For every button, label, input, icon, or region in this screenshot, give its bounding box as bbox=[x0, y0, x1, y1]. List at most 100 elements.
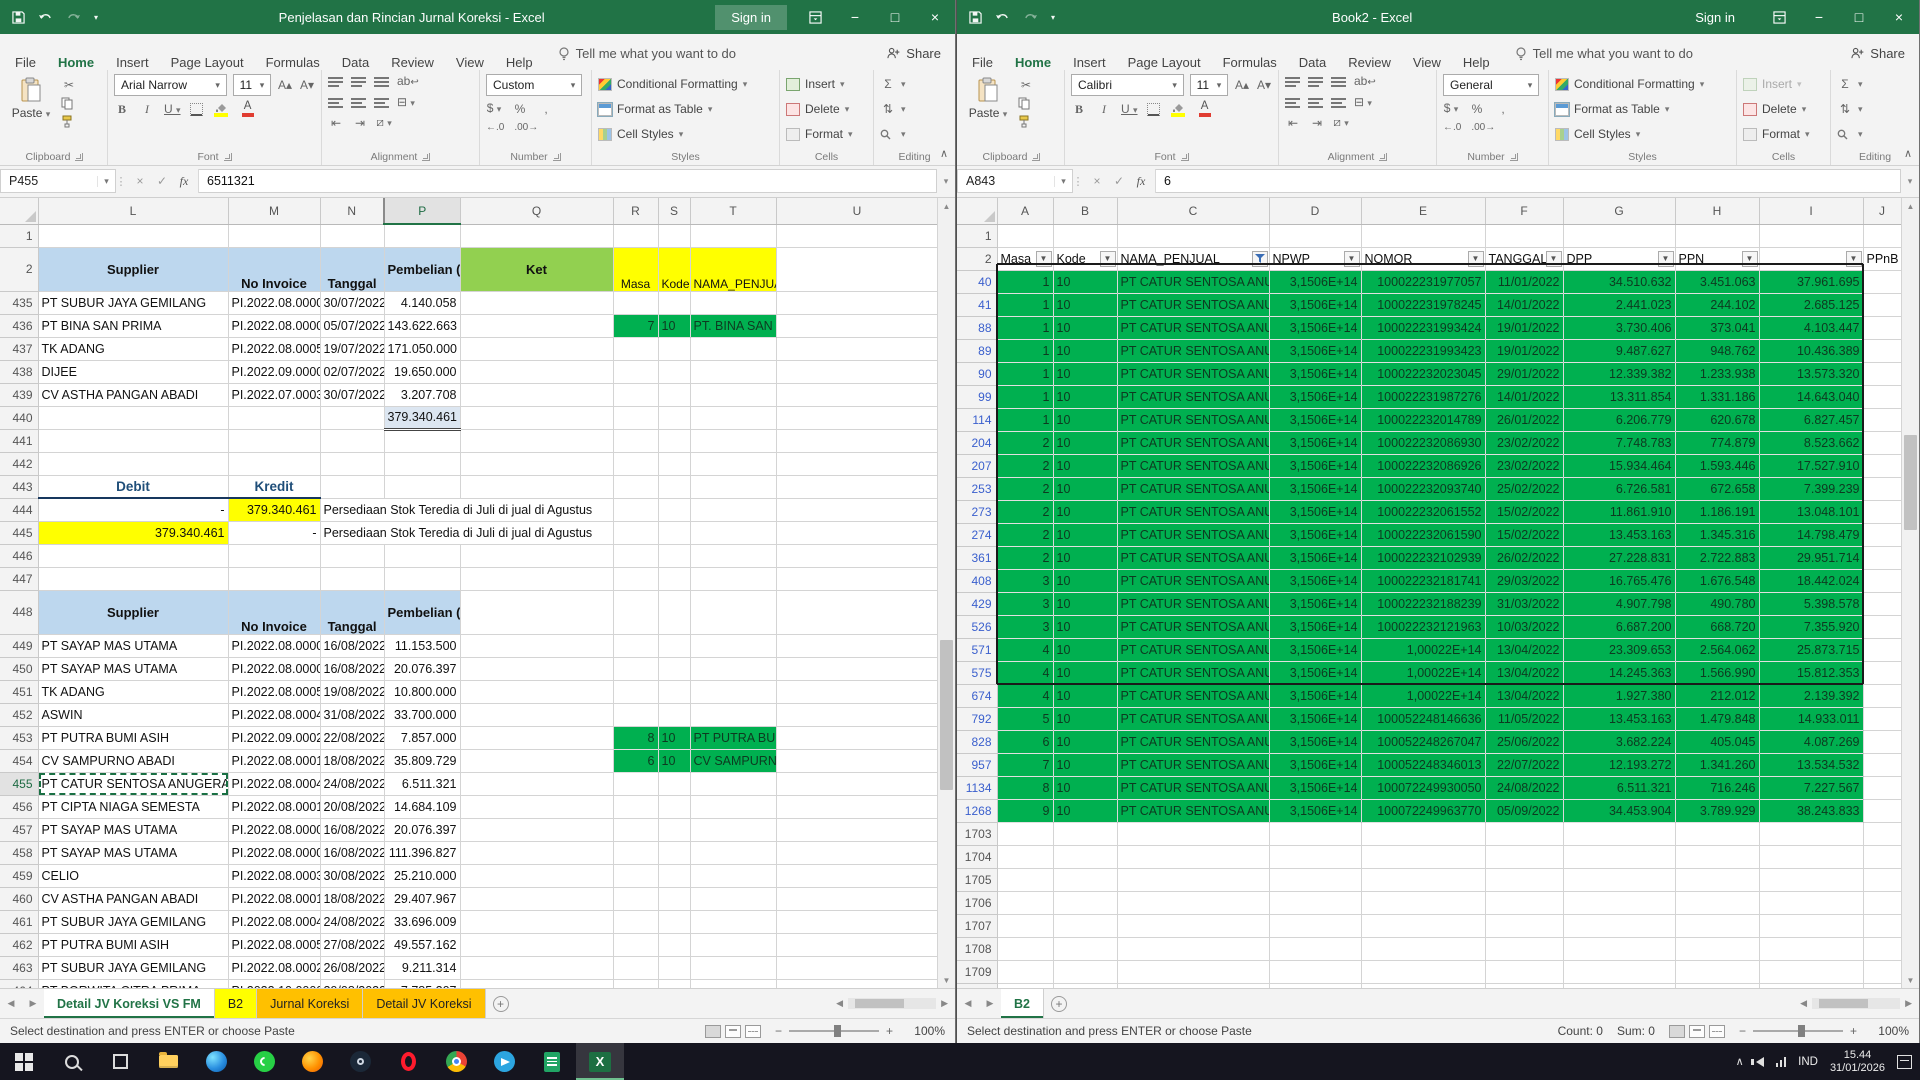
cell[interactable] bbox=[613, 657, 658, 680]
cell[interactable]: 10 bbox=[1053, 454, 1117, 477]
cell[interactable]: 1.927.380 bbox=[1563, 684, 1675, 707]
cell[interactable]: 490.780 bbox=[1675, 592, 1759, 615]
cell[interactable]: 3,1506E+14 bbox=[1269, 431, 1361, 454]
cell[interactable]: 13.048.101 bbox=[1759, 500, 1863, 523]
cell[interactable]: 100022232093740 bbox=[1361, 477, 1485, 500]
cell[interactable]: 100022232181741 bbox=[1361, 569, 1485, 592]
previous-sheet-icon[interactable]: ◀ bbox=[957, 989, 979, 1018]
autosum-button[interactable]: Σ▾ bbox=[880, 74, 906, 94]
cell[interactable]: 2 bbox=[997, 546, 1053, 569]
cell[interactable]: 3.789.929 bbox=[1675, 799, 1759, 822]
cell[interactable] bbox=[228, 567, 320, 590]
cell[interactable]: 100022232014789 bbox=[1361, 408, 1485, 431]
cell[interactable] bbox=[1863, 615, 1901, 638]
cell[interactable] bbox=[1269, 891, 1361, 914]
row-header-460[interactable]: 460 bbox=[0, 887, 38, 910]
cell[interactable]: 3,1506E+14 bbox=[1269, 753, 1361, 776]
cell[interactable] bbox=[460, 979, 613, 988]
cell[interactable]: PT CATUR SENTOSA ANU bbox=[1117, 753, 1269, 776]
cell[interactable] bbox=[776, 749, 938, 772]
cell[interactable]: Persediaan Stok Teredia di Juli di jual … bbox=[320, 521, 613, 544]
cell[interactable] bbox=[384, 224, 460, 247]
number-dialog-launcher-icon[interactable] bbox=[1510, 153, 1518, 161]
borders-icon[interactable] bbox=[1147, 103, 1160, 116]
cell[interactable]: 3,1506E+14 bbox=[1269, 408, 1361, 431]
cell[interactable] bbox=[690, 544, 776, 567]
cell[interactable] bbox=[658, 406, 690, 429]
cell[interactable]: 379.340.461 bbox=[38, 521, 228, 544]
row-header-441[interactable]: 441 bbox=[0, 429, 38, 452]
cell[interactable] bbox=[1117, 937, 1269, 960]
cell[interactable]: 1,00022E+14 bbox=[1361, 661, 1485, 684]
format-painter-icon[interactable] bbox=[61, 115, 77, 128]
cell[interactable]: 100052248267047 bbox=[1361, 730, 1485, 753]
cell[interactable]: 2 bbox=[997, 500, 1053, 523]
tell-me-box[interactable]: Tell me what you want to do bbox=[558, 46, 736, 70]
cell[interactable] bbox=[776, 979, 938, 988]
column-header-S[interactable]: S bbox=[658, 198, 690, 224]
cell[interactable] bbox=[1563, 845, 1675, 868]
row-header-461[interactable]: 461 bbox=[0, 910, 38, 933]
cell[interactable]: 4.907.798 bbox=[1563, 592, 1675, 615]
cell[interactable] bbox=[1117, 960, 1269, 983]
cell[interactable]: 26/02/2022 bbox=[1485, 546, 1563, 569]
cell[interactable]: 3,1506E+14 bbox=[1269, 293, 1361, 316]
cell[interactable] bbox=[776, 795, 938, 818]
cell[interactable] bbox=[1485, 983, 1563, 988]
cell[interactable] bbox=[228, 224, 320, 247]
cell[interactable]: DIJEE bbox=[38, 360, 228, 383]
cell[interactable] bbox=[997, 224, 1053, 247]
row-header-1706[interactable]: 1706 bbox=[957, 891, 997, 914]
cell[interactable]: 10 bbox=[658, 314, 690, 337]
cell[interactable] bbox=[776, 956, 938, 979]
cell[interactable] bbox=[658, 680, 690, 703]
row-header-207[interactable]: 207 bbox=[957, 454, 997, 477]
cell[interactable]: NOMOR▼ bbox=[1361, 247, 1485, 270]
format-as-table-button[interactable]: Format as Table▾ bbox=[1555, 99, 1704, 119]
cell[interactable]: 405.045 bbox=[1675, 730, 1759, 753]
save-icon[interactable] bbox=[12, 11, 25, 24]
cell[interactable]: CV ASTHA PANGAN ABADI bbox=[38, 887, 228, 910]
cell[interactable] bbox=[1863, 546, 1901, 569]
ribbon-display-options-icon[interactable] bbox=[1759, 0, 1799, 34]
cell[interactable]: 11/05/2022 bbox=[1485, 707, 1563, 730]
row-header-361[interactable]: 361 bbox=[957, 546, 997, 569]
search-icon[interactable] bbox=[48, 1043, 96, 1080]
row-header-571[interactable]: 571 bbox=[957, 638, 997, 661]
cell[interactable] bbox=[1675, 868, 1759, 891]
cell[interactable] bbox=[1863, 293, 1901, 316]
cell[interactable] bbox=[613, 360, 658, 383]
cell[interactable]: 34.510.632 bbox=[1563, 270, 1675, 293]
cell[interactable] bbox=[613, 475, 658, 498]
cell[interactable] bbox=[1759, 845, 1863, 868]
sheet-tab-detail-jv-koreksi-vs-fm[interactable]: Detail JV Koreksi VS FM bbox=[44, 989, 215, 1018]
cell[interactable] bbox=[1485, 224, 1563, 247]
cell[interactable] bbox=[776, 224, 938, 247]
cell[interactable]: 1,00022E+14 bbox=[1361, 638, 1485, 661]
cell[interactable]: ▼ bbox=[1759, 247, 1863, 270]
cell[interactable]: DPP▼ bbox=[1563, 247, 1675, 270]
cell[interactable]: 9.211.314 bbox=[384, 956, 460, 979]
cell[interactable]: PT CATUR SENTOSA ANU bbox=[1117, 661, 1269, 684]
cell[interactable]: 10 bbox=[1053, 730, 1117, 753]
cell[interactable]: 2.139.392 bbox=[1759, 684, 1863, 707]
cell[interactable]: 3,1506E+14 bbox=[1269, 523, 1361, 546]
scroll-left-icon[interactable]: ◀ bbox=[833, 998, 846, 1009]
column-header-B[interactable]: B bbox=[1053, 198, 1117, 224]
cell[interactable] bbox=[460, 291, 613, 314]
align-bottom-icon[interactable] bbox=[374, 75, 389, 89]
cell[interactable]: 14/01/2022 bbox=[1485, 385, 1563, 408]
row-header-449[interactable]: 449 bbox=[0, 634, 38, 657]
row-header-444[interactable]: 444 bbox=[0, 498, 38, 521]
vertical-scrollbar[interactable]: ▲▼ bbox=[937, 198, 955, 988]
cell[interactable]: PT CATUR SENTOSA ANU bbox=[1117, 500, 1269, 523]
cell[interactable]: Masa bbox=[613, 247, 658, 291]
cell[interactable] bbox=[997, 822, 1053, 845]
row-header-1704[interactable]: 1704 bbox=[957, 845, 997, 868]
cell[interactable] bbox=[460, 406, 613, 429]
cell[interactable] bbox=[776, 818, 938, 841]
cell[interactable]: 6.511.321 bbox=[1563, 776, 1675, 799]
cell[interactable]: Masa▼ bbox=[997, 247, 1053, 270]
cell[interactable]: 19/07/2022 bbox=[320, 337, 384, 360]
decrease-decimal-icon[interactable]: .00→ bbox=[514, 121, 538, 135]
